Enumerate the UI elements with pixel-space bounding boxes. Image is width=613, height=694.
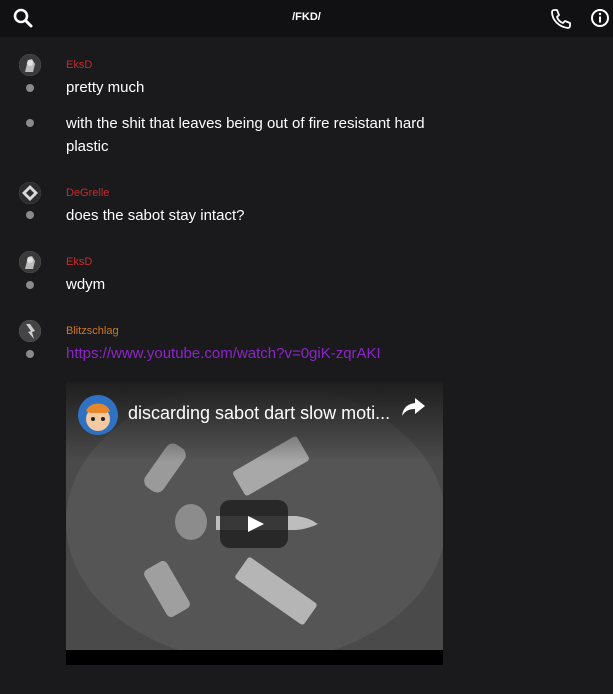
- author-name[interactable]: Blitzschlag: [66, 325, 119, 337]
- channel-title: /FKD/: [292, 11, 321, 23]
- youtube-link[interactable]: https://www.youtube.com/watch?v=0giK-zqr…: [66, 345, 381, 362]
- message-marker: [26, 350, 34, 358]
- info-icon[interactable]: [589, 7, 611, 29]
- video-embed[interactable]: discarding sabot dart slow moti...: [66, 382, 443, 665]
- message-text: does the sabot stay intact?: [66, 207, 245, 224]
- top-bar: /FKD/: [0, 0, 613, 37]
- avatar[interactable]: [19, 251, 41, 273]
- embed-footer: [66, 650, 443, 665]
- play-button[interactable]: [220, 500, 288, 548]
- author-name[interactable]: EksD: [66, 256, 92, 268]
- author-name[interactable]: EksD: [66, 59, 92, 71]
- channel-avatar[interactable]: [78, 395, 118, 435]
- video-title[interactable]: discarding sabot dart slow moti...: [128, 403, 390, 424]
- message-marker: [26, 84, 34, 92]
- share-icon[interactable]: [400, 396, 426, 418]
- message-text: wdym: [66, 276, 106, 293]
- play-icon: [248, 516, 264, 532]
- message-marker: [26, 281, 34, 289]
- author-name[interactable]: DeGrelle: [66, 187, 109, 199]
- message-marker: [26, 211, 34, 219]
- avatar[interactable]: [19, 54, 41, 76]
- avatar[interactable]: [19, 320, 41, 342]
- message-text: pretty much: [66, 79, 145, 96]
- message-marker: [26, 119, 34, 127]
- message-link-wrap: https://www.youtube.com/watch?v=0giK-zqr…: [66, 342, 426, 365]
- phone-icon[interactable]: [549, 7, 571, 29]
- avatar[interactable]: [19, 182, 41, 204]
- message-text: with the shit that leaves being out of f…: [66, 115, 425, 155]
